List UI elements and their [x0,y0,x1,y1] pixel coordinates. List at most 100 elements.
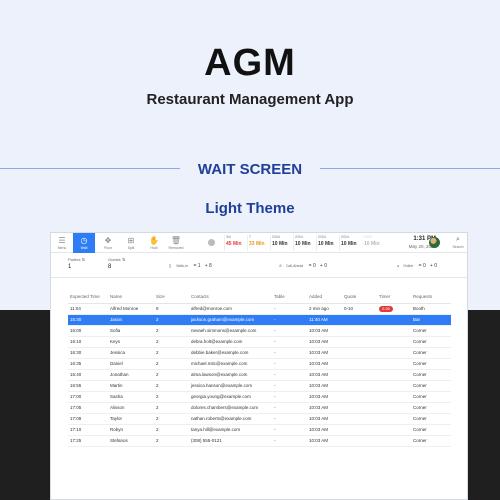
table-row[interactable]: 16:30 Jessica 2 debbie.baker@example.com -10… [68,347,451,359]
search-button-label: Search [452,245,464,249]
app-window: ☰ Menu ◷ Wait ✥ Floor ⊞ Split ✋ Hold 🗑 R… [50,232,468,500]
size-cell: 8 [154,303,189,315]
timer-cell [377,336,411,348]
online-count: = 0 [418,263,426,269]
theme-title: Light Theme [205,200,295,217]
column-header[interactable]: Contacts [189,291,272,304]
wait-slot[interactable]: 2/3/4 10 Min [293,235,314,251]
hold-button[interactable]: ✋ Hold [143,233,165,253]
timer-cell [377,435,411,447]
table-row[interactable]: 17:08 Taylor 2 nathan.roberts@example.com -1… [68,413,451,425]
walkin-icon: 🚶 [168,264,173,268]
quote-cell [342,369,377,381]
removed-button[interactable]: 🗑 Removed [165,233,187,253]
table-cell: - [272,424,307,436]
column-header[interactable]: Expected Time [68,291,108,304]
quote-cell [342,314,377,326]
column-header[interactable]: Size [154,291,189,304]
callahead-label: Call-Ahead [285,264,304,268]
requests-cell: Booth [411,303,451,315]
timer-cell [377,325,411,337]
requests-cell: Bar [411,314,451,326]
wait-slot[interactable]: 2/3/4 10 Min [362,235,383,251]
added-cell: 10:03 AM [307,336,342,348]
requests-cell: Corner [411,391,451,403]
split-button[interactable]: ⊞ Split [120,233,142,253]
requests-cell: Corner [411,358,451,370]
sort-icon[interactable]: ⇅ [122,257,125,262]
user-avatar[interactable] [429,237,440,248]
walkin-label: Walk-In [176,264,189,268]
table-row[interactable]: 17:10 Robyn 2 tanya.hill@example.com -10:03 … [68,424,451,436]
table-row[interactable]: 17:25 Stefanos 2 (308) 555-0121-10:03 AM Cor… [68,435,451,447]
search-button[interactable]: ⌕ Search [449,235,467,249]
table-row[interactable]: 16:40 Jonathan 2 alma.lawson@example.com -10… [68,369,451,381]
column-header[interactable]: Table [272,291,307,304]
requests-cell: Corner [411,380,451,392]
requests-cell: Corner [411,336,451,348]
timer-cell: 2:26 [377,303,411,315]
added-cell: 10:03 AM [307,435,342,447]
added-cell: 10:03 AM [307,325,342,337]
name-cell: Jonathan [108,369,154,381]
expected-time-cell: 16:40 [68,369,108,381]
wait-slot[interactable]: 3/4 45 Min [224,235,245,251]
table-cell: - [272,413,307,425]
walkin-count: = 1 [193,263,201,269]
section-title: WAIT SCREEN [197,161,303,178]
table-row[interactable]: 15:30 Jason 2 jackson.graham@example.com -11… [68,314,451,326]
contact-cell: alfred@monroe.com [189,303,272,315]
column-header[interactable]: Timer [377,291,411,304]
callahead-count: = 0 [308,263,316,269]
hand-icon: ✋ [149,236,159,245]
size-cell: 2 [154,380,189,392]
table-row[interactable]: 17:00 Sasha 2 georgia.young@example.com -10:… [68,391,451,403]
contact-cell: georgia.young@example.com [189,391,272,403]
expected-time-cell: 16:00 [68,325,108,337]
timer-cell [377,413,411,425]
added-cell: 10:03 AM [307,380,342,392]
size-cell: 2 [154,369,189,381]
column-header[interactable]: Quote [342,291,377,304]
wait-slot-label: 2/3/4 [318,235,326,239]
column-header[interactable]: Requests [411,291,451,304]
requests-cell: Corner [411,347,451,359]
wait-button[interactable]: ◷ Wait [73,233,95,253]
wait-slot[interactable]: 2/3/4 10 Min [339,235,360,251]
table-cell: - [272,380,307,392]
table-cell: - [272,435,307,447]
timer-cell [377,380,411,392]
table-row[interactable]: 16:35 Daniel 2 michael.mitc@example.com -10:… [68,358,451,370]
expected-time-cell: 17:05 [68,402,108,414]
table-row[interactable]: 11:04 Alfred Monroe 8 alfred@monroe.com -2 m… [68,303,451,315]
table-row[interactable]: 16:10 Keys 2 debra.holt@example.com -10:03 A… [68,336,451,348]
contact-cell: (308) 555-0121 [189,435,272,447]
table-cell: - [272,314,307,326]
table-row[interactable]: 16:00 Sofia 2 nevaeh.simmons@example.com -10… [68,325,451,337]
wait-slot[interactable]: 7 33 Min [247,235,268,251]
menu-button[interactable]: ☰ Menu [51,233,73,253]
wait-slot[interactable]: 2/3/4 10 Min [270,235,291,251]
online-stat: ● Online = 0 + 0 [397,263,437,269]
expected-time-cell: 16:30 [68,347,108,359]
size-cell: 2 [154,325,189,337]
trash-icon: 🗑 [170,236,182,245]
table-row[interactable]: 17:05 Alisson 2 dolores.chambers@example.co… [68,402,451,414]
column-header[interactable]: Added [307,291,342,304]
sort-icon[interactable]: ⇅ [82,257,85,262]
name-cell: Sofia [108,325,154,337]
walkin-guests: + 8 [204,263,212,269]
requests-cell: Corner [411,424,451,436]
added-cell: 10:03 AM [307,413,342,425]
split-icon: ⊞ [127,236,135,245]
wait-slot[interactable]: 2/3/4 10 Min [316,235,337,251]
floor-button[interactable]: ✥ Floor [97,233,119,253]
column-header[interactable]: Name [108,291,154,304]
requests-cell: Corner [411,369,451,381]
name-cell: Robyn [108,424,154,436]
added-cell: 2 min ago [307,303,342,315]
stats-bar: Parties ⇅ 1 Guests ⇅ 8 🚶 Walk-In = 1 + 8 … [51,254,467,278]
parties-stat: Parties ⇅ 1 [68,257,85,270]
table-row[interactable]: 16:55 Martin 2 jessica.hanson@example.com -1… [68,380,451,392]
globe-icon: ● [397,264,400,268]
